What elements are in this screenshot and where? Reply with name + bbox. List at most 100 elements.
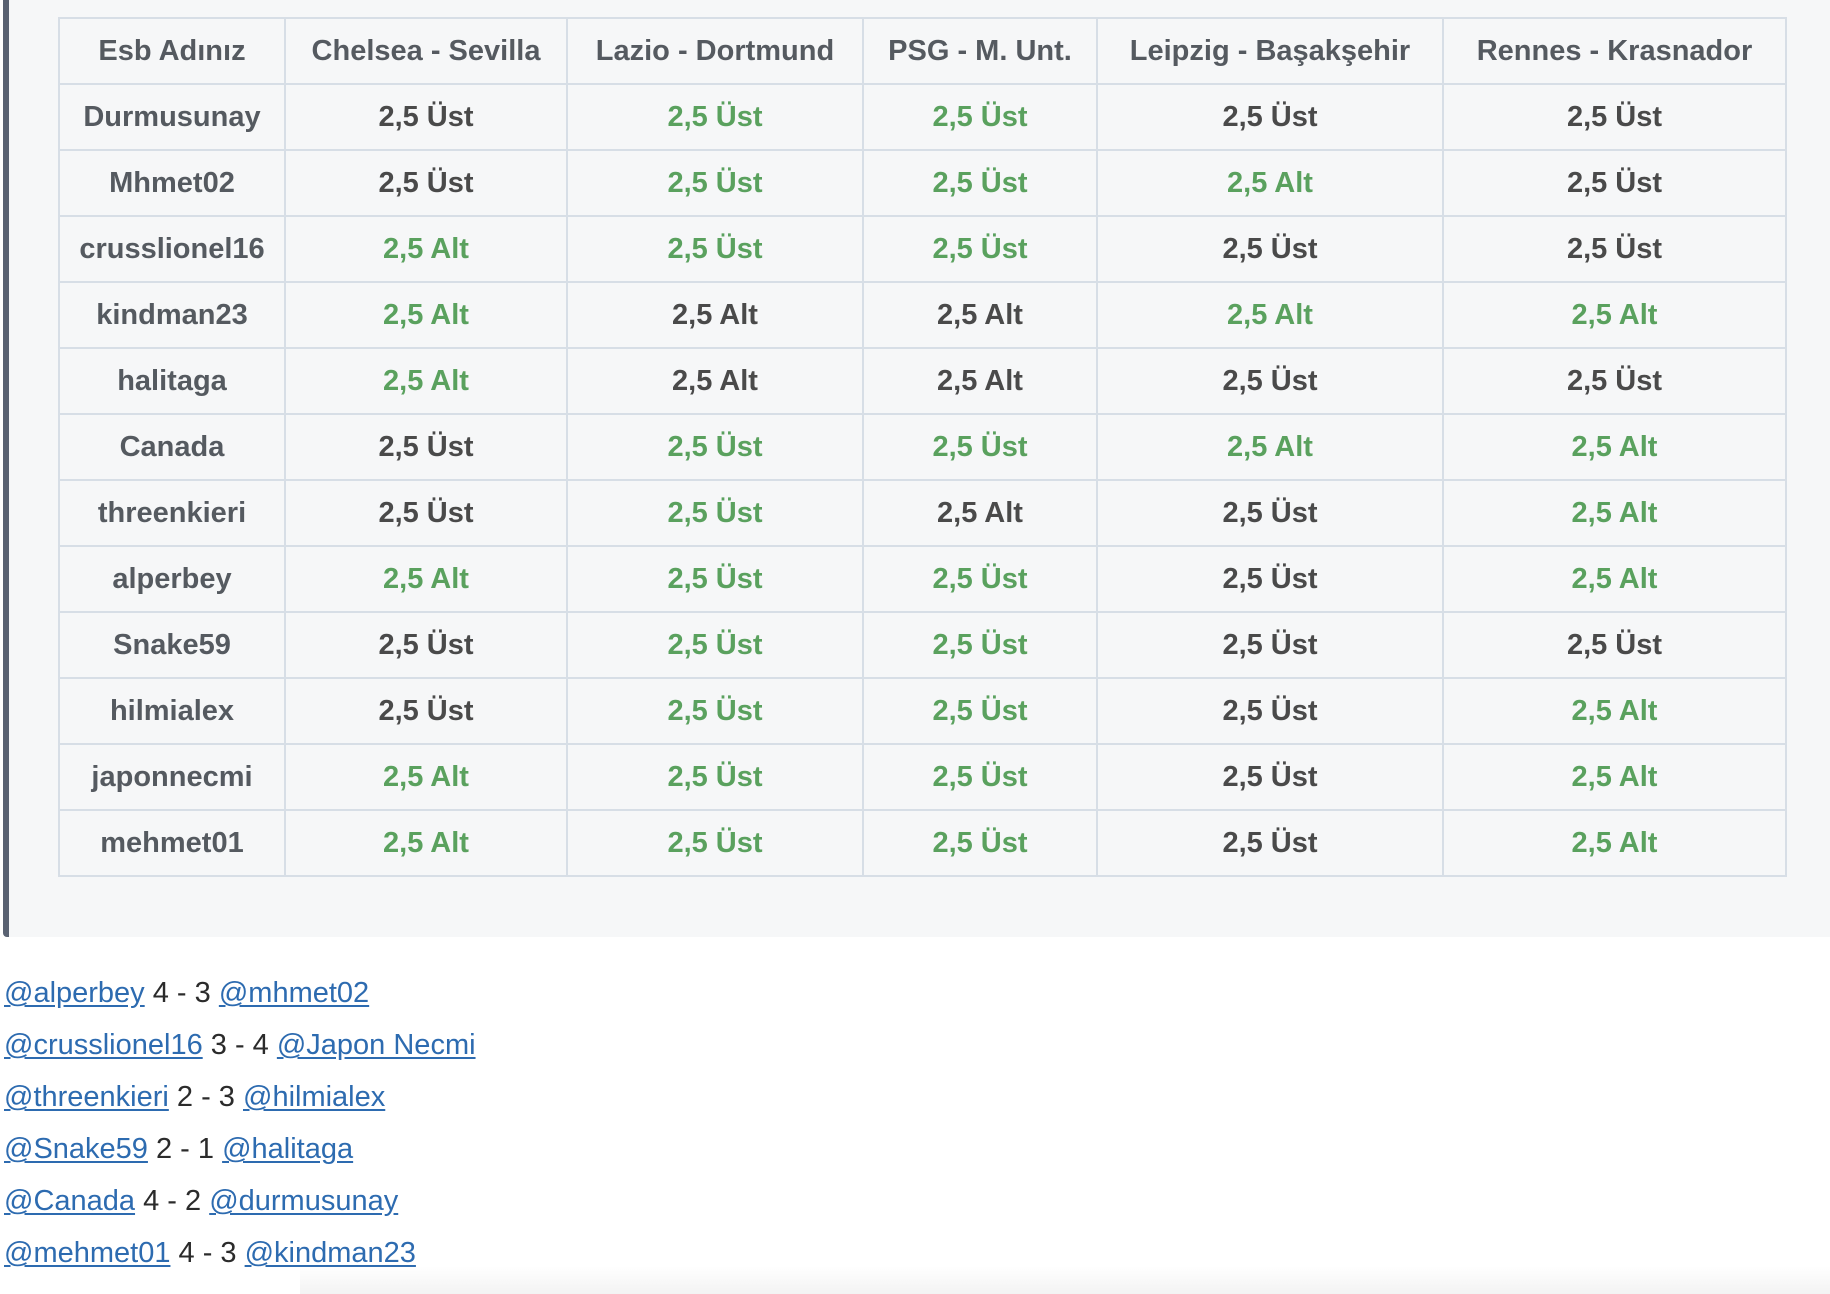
- player-name-cell: threenkieri: [58, 479, 286, 547]
- player-name-cell: japonnecmi: [58, 743, 286, 811]
- pick-cell: 2,5 Üst: [1096, 611, 1444, 679]
- user-mention-link[interactable]: @threenkieri: [4, 1081, 169, 1113]
- table-row: crusslionel16 2,5 Alt 2,5 Üst 2,5 Üst 2,5 Üs…: [58, 215, 1787, 283]
- pick-cell: 2,5 Alt: [862, 281, 1098, 349]
- match-result: @Snake59 2 - 1 @halitaga: [4, 1118, 476, 1170]
- user-mention-link[interactable]: @mehmet01: [4, 1237, 170, 1269]
- pick-cell: 2,5 Üst: [862, 743, 1098, 811]
- pick-cell: 2,5 Üst: [284, 479, 568, 547]
- pick-cell: 2,5 Üst: [566, 479, 864, 547]
- pick-cell: 2,5 Alt: [1442, 545, 1787, 613]
- pick-cell: 2,5 Alt: [1096, 149, 1444, 217]
- pick-cell: 2,5 Alt: [284, 281, 568, 349]
- table-row: mehmet01 2,5 Alt 2,5 Üst 2,5 Üst 2,5 Üst 2,5 …: [58, 809, 1787, 877]
- quote-block: Esb Adınız Chelsea - Sevilla Lazio - Dor…: [3, 0, 1830, 937]
- table-body: Durmusunay 2,5 Üst 2,5 Üst 2,5 Üst 2,5 Üst 2,…: [58, 83, 1787, 877]
- player-name-cell: Durmusunay: [58, 83, 286, 151]
- table-row: alperbey 2,5 Alt 2,5 Üst 2,5 Üst 2,5 Üst 2,5 …: [58, 545, 1787, 613]
- pick-cell: 2,5 Üst: [1096, 83, 1444, 151]
- user-mention-link[interactable]: @hilmialex: [243, 1081, 385, 1113]
- pick-cell: 2,5 Alt: [862, 347, 1098, 415]
- user-mention-link[interactable]: @crusslionel16: [4, 1029, 203, 1061]
- pick-cell: 2,5 Üst: [1442, 347, 1787, 415]
- pick-cell: 2,5 Üst: [1096, 479, 1444, 547]
- column-header: Leipzig - Başakşehir: [1096, 17, 1444, 85]
- player-name-cell: Snake59: [58, 611, 286, 679]
- pick-cell: 2,5 Üst: [1096, 347, 1444, 415]
- pick-cell: 2,5 Alt: [1096, 281, 1444, 349]
- pick-cell: 2,5 Üst: [1096, 545, 1444, 613]
- pick-cell: 2,5 Alt: [1442, 413, 1787, 481]
- match-result: @threenkieri 2 - 3 @hilmialex: [4, 1066, 476, 1118]
- pick-cell: 2,5 Üst: [1442, 215, 1787, 283]
- user-mention-link[interactable]: @Canada: [4, 1185, 135, 1217]
- match-score: 4 - 2: [143, 1185, 202, 1217]
- pick-cell: 2,5 Üst: [862, 677, 1098, 745]
- player-name-cell: kindman23: [58, 281, 286, 349]
- pick-cell: 2,5 Alt: [566, 281, 864, 349]
- pick-cell: 2,5 Alt: [1096, 413, 1444, 481]
- table-row: Snake59 2,5 Üst 2,5 Üst 2,5 Üst 2,5 Üst 2,5 Ü…: [58, 611, 1787, 679]
- match-result: @crusslionel16 3 - 4 @Japon Necmi: [4, 1014, 476, 1066]
- match-score: 3 - 4: [210, 1029, 269, 1061]
- table-row: hilmialex 2,5 Üst 2,5 Üst 2,5 Üst 2,5 Üst 2,5…: [58, 677, 1787, 745]
- user-mention-link[interactable]: @Japon Necmi: [277, 1029, 476, 1061]
- pick-cell: 2,5 Üst: [284, 413, 568, 481]
- pick-cell: 2,5 Alt: [284, 347, 568, 415]
- pick-cell: 2,5 Alt: [1442, 809, 1787, 877]
- column-header: PSG - M. Unt.: [862, 17, 1098, 85]
- player-name-cell: hilmialex: [58, 677, 286, 745]
- pick-cell: 2,5 Üst: [862, 83, 1098, 151]
- pick-cell: 2,5 Üst: [1442, 611, 1787, 679]
- match-result: @Canada 4 - 2 @durmusunay: [4, 1170, 476, 1222]
- pick-cell: 2,5 Üst: [1096, 743, 1444, 811]
- player-name-cell: halitaga: [58, 347, 286, 415]
- pick-cell: 2,5 Üst: [862, 413, 1098, 481]
- column-header: Chelsea - Sevilla: [284, 17, 568, 85]
- pick-cell: 2,5 Üst: [566, 545, 864, 613]
- pick-cell: 2,5 Alt: [862, 479, 1098, 547]
- pick-cell: 2,5 Üst: [862, 809, 1098, 877]
- pick-cell: 2,5 Üst: [284, 83, 568, 151]
- pick-cell: 2,5 Üst: [1442, 149, 1787, 217]
- player-name-cell: crusslionel16: [58, 215, 286, 283]
- user-mention-link[interactable]: @alperbey: [4, 977, 145, 1009]
- pick-cell: 2,5 Üst: [1442, 83, 1787, 151]
- pick-cell: 2,5 Üst: [284, 149, 568, 217]
- pick-cell: 2,5 Alt: [284, 215, 568, 283]
- pick-cell: 2,5 Alt: [1442, 743, 1787, 811]
- pick-cell: 2,5 Alt: [1442, 479, 1787, 547]
- pick-cell: 2,5 Üst: [566, 413, 864, 481]
- player-name-cell: alperbey: [58, 545, 286, 613]
- player-name-cell: Canada: [58, 413, 286, 481]
- match-result: @alperbey 4 - 3 @mhmet02: [4, 962, 476, 1014]
- predictions-table: Esb Adınız Chelsea - Sevilla Lazio - Dor…: [58, 17, 1787, 877]
- column-header: Rennes - Krasnador: [1442, 17, 1787, 85]
- user-mention-link[interactable]: @halitaga: [222, 1133, 353, 1165]
- pick-cell: 2,5 Üst: [566, 677, 864, 745]
- pick-cell: 2,5 Alt: [284, 743, 568, 811]
- match-score: 2 - 3: [176, 1081, 235, 1113]
- user-mention-link[interactable]: @mhmet02: [219, 977, 369, 1009]
- pick-cell: 2,5 Üst: [862, 611, 1098, 679]
- table-row: Canada 2,5 Üst 2,5 Üst 2,5 Üst 2,5 Alt 2,5 Al…: [58, 413, 1787, 481]
- pick-cell: 2,5 Üst: [1096, 215, 1444, 283]
- pick-cell: 2,5 Üst: [284, 611, 568, 679]
- pick-cell: 2,5 Alt: [566, 347, 864, 415]
- pick-cell: 2,5 Üst: [1096, 677, 1444, 745]
- pick-cell: 2,5 Alt: [284, 545, 568, 613]
- pick-cell: 2,5 Üst: [862, 215, 1098, 283]
- results-list: @alperbey 4 - 3 @mhmet02 @crusslionel16 3…: [4, 962, 476, 1274]
- user-mention-link[interactable]: @durmusunay: [209, 1185, 398, 1217]
- pick-cell: 2,5 Üst: [862, 149, 1098, 217]
- table-row: kindman23 2,5 Alt 2,5 Alt 2,5 Alt 2,5 Alt 2,5…: [58, 281, 1787, 349]
- pick-cell: 2,5 Üst: [1096, 809, 1444, 877]
- table-row: japonnecmi 2,5 Alt 2,5 Üst 2,5 Üst 2,5 Üst 2,…: [58, 743, 1787, 811]
- user-mention-link[interactable]: @Snake59: [4, 1133, 148, 1165]
- pick-cell: 2,5 Üst: [566, 743, 864, 811]
- match-score: 2 - 1: [156, 1133, 215, 1165]
- pick-cell: 2,5 Üst: [566, 83, 864, 151]
- player-name-cell: mehmet01: [58, 809, 286, 877]
- table-row: Durmusunay 2,5 Üst 2,5 Üst 2,5 Üst 2,5 Üst 2,…: [58, 83, 1787, 151]
- user-mention-link[interactable]: @kindman23: [245, 1237, 416, 1269]
